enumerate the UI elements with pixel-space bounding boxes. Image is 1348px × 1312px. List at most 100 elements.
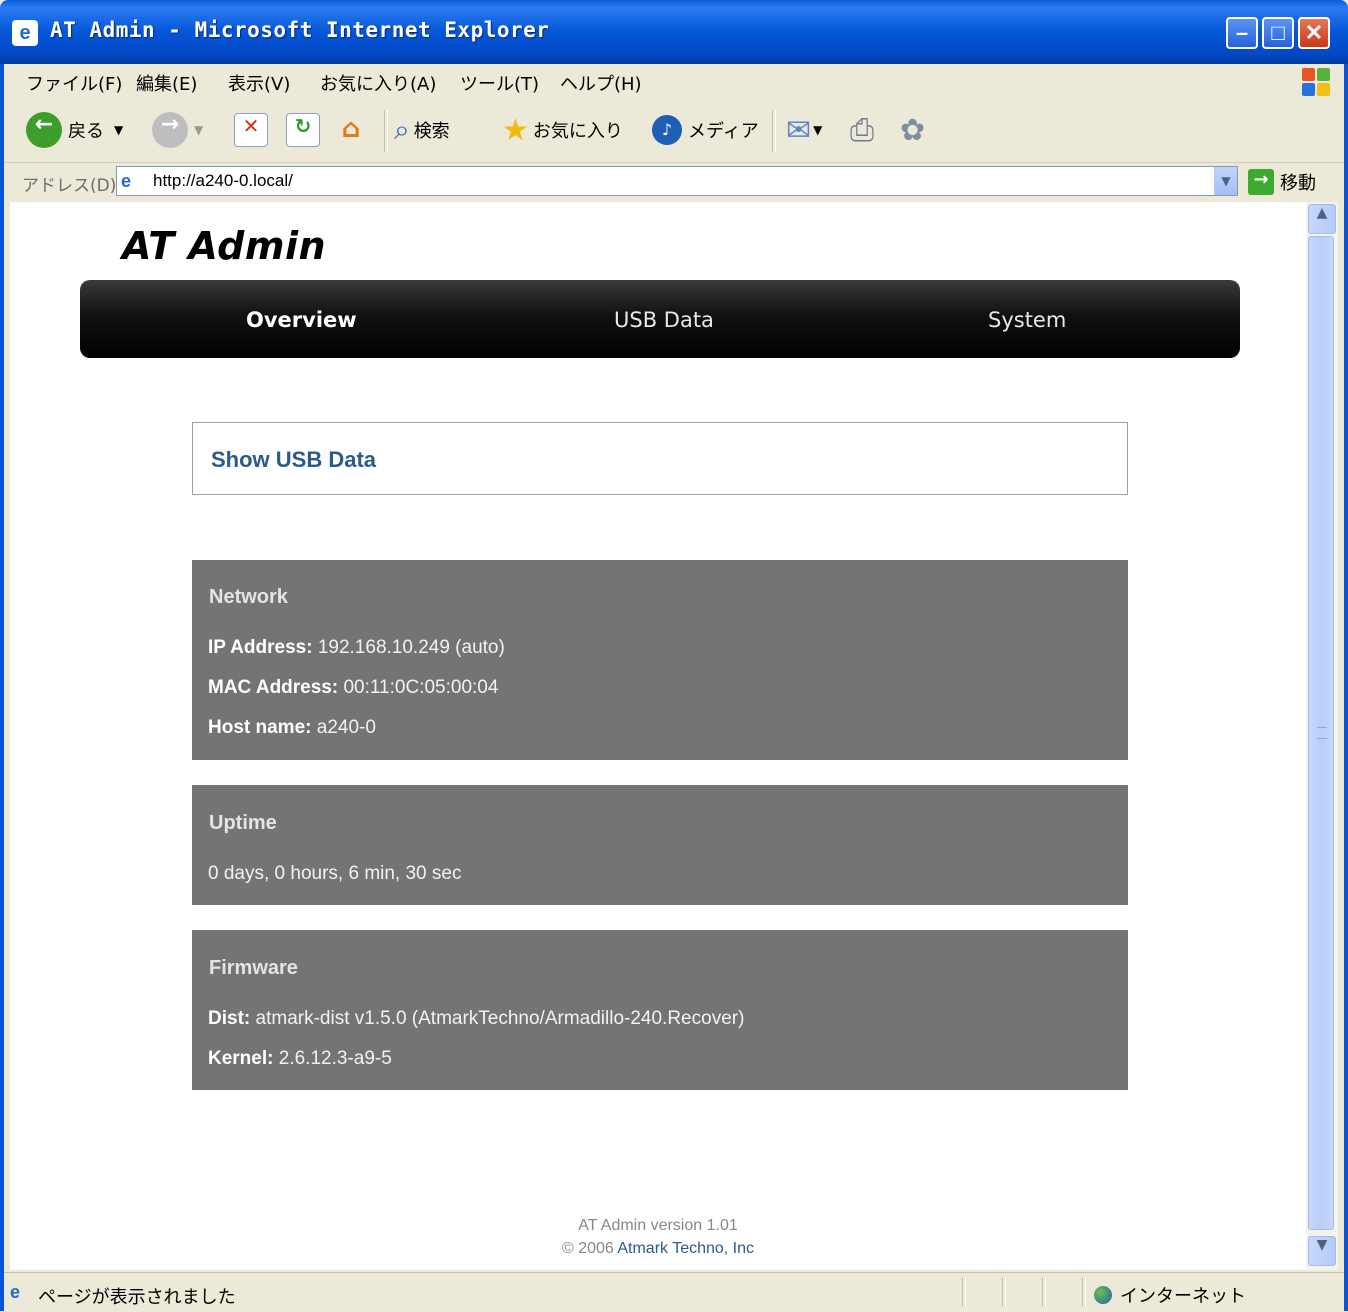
status-divider [1042,1277,1046,1307]
go-button[interactable]: → 移動 [1248,168,1316,196]
ip-label: IP Address: [208,637,313,658]
copyright-text: © 2006 [561,1240,614,1257]
mac-address-row: MAC Address: 00:11:0C:05:00:04 [208,677,498,699]
mail-icon: ✉ [786,112,812,148]
mail-button[interactable]: ✉ ▼ [786,108,822,152]
network-panel: Network IP Address: 192.168.10.249 (auto… [192,560,1128,760]
close-icon: ✕ [1304,20,1324,45]
nav-system[interactable]: System [988,308,1066,332]
close-button[interactable]: ✕ [1298,17,1330,49]
menu-edit[interactable]: 編集(E) [136,70,197,96]
minimize-icon: – [1235,20,1249,45]
kernel-label: Kernel: [208,1048,274,1069]
kernel-value: 2.6.12.3-a9-5 [278,1048,392,1069]
address-label: アドレス(D) [22,176,117,196]
windows-logo-icon [1302,68,1330,96]
company-link[interactable]: Atmark Techno, Inc [617,1240,754,1257]
search-button[interactable]: ⌕ 検索 [394,108,450,152]
forward-button[interactable]: → ▼ [152,108,203,152]
back-label: 戻る [68,121,104,142]
dist-label: Dist: [208,1008,251,1029]
host-name-row: Host name: a240-0 [208,717,376,739]
mail-dropdown-icon[interactable]: ▼ [813,123,822,137]
messenger-button[interactable]: ✿ [900,108,925,152]
minimize-button[interactable]: – [1226,17,1258,49]
window-border-right [1344,64,1348,1311]
toolbar-separator [772,110,776,152]
ip-value: 192.168.10.249 (auto) [317,637,505,658]
search-icon: ⌕ [394,113,410,146]
nav-overview[interactable]: Overview [246,308,357,332]
media-icon: ♪ [652,115,682,145]
ip-address-row: IP Address: 192.168.10.249 (auto) [208,637,505,659]
toolbar: ← 戻る ▼ → ▼ ✕ ↻ ⌂ ⌕ 検索 ★ お気に入り ♪ メディア ✉ ▼… [0,100,1348,163]
stop-icon: ✕ [234,113,268,147]
show-usb-box: Show USB Data [192,422,1128,495]
status-text: ページが表示されました [38,1287,236,1308]
menu-bar: ファイル(F) 編集(E) 表示(V) お気に入り(A) ツール(T) ヘルプ(… [0,64,1348,101]
footer-version: AT Admin version 1.01 [578,1217,738,1234]
print-button[interactable]: ⎙ [850,108,874,152]
globe-icon [1094,1286,1112,1304]
refresh-button[interactable]: ↻ [286,108,320,152]
menu-tools[interactable]: ツール(T) [460,70,539,96]
zone-label: インターネット [1120,1286,1246,1307]
search-label: 検索 [413,121,450,142]
back-button[interactable]: ← 戻る ▼ [26,108,123,152]
maximize-button[interactable]: □ [1262,17,1294,49]
menu-favorites[interactable]: お気に入り(A) [320,70,436,96]
scroll-grip-icon [1317,727,1327,739]
forward-dropdown-icon[interactable]: ▼ [194,123,203,137]
address-url[interactable]: http://a240-0.local/ [153,171,293,191]
address-dropdown-icon[interactable]: ▼ [1214,167,1237,195]
media-button[interactable]: ♪ メディア [652,108,759,152]
network-heading: Network [209,586,288,608]
status-bar: e ページが表示されました インターネット [0,1272,1348,1312]
mac-label: MAC Address: [208,677,339,698]
page-status-icon: e [10,1282,21,1302]
scroll-thumb[interactable] [1308,236,1334,1230]
favorites-button[interactable]: ★ お気に入り [502,108,623,152]
print-icon: ⎙ [850,112,874,148]
scroll-down-icon[interactable]: ▼ [1308,1236,1336,1266]
footer-copyright: © 2006 Atmark Techno, Inc [10,1240,1306,1258]
back-arrow-icon: ← [26,112,62,148]
host-label: Host name: [208,717,312,738]
menu-help[interactable]: ヘルプ(H) [560,70,642,96]
menu-view[interactable]: 表示(V) [228,70,290,96]
security-zone[interactable]: インターネット [1094,1282,1246,1308]
kernel-row: Kernel: 2.6.12.3-a9-5 [208,1048,392,1070]
go-label: 移動 [1280,173,1316,194]
stop-button[interactable]: ✕ [234,108,268,152]
show-usb-data-link[interactable]: Show USB Data [211,447,376,473]
firmware-heading: Firmware [209,957,298,979]
address-field[interactable]: e http://a240-0.local/ ▼ [116,166,1238,196]
uptime-heading: Uptime [209,812,277,834]
status-divider [962,1277,966,1307]
mac-value: 00:11:0C:05:00:04 [343,677,499,698]
title-bar[interactable]: e AT Admin - Microsoft Internet Explorer… [0,0,1348,64]
address-bar: アドレス(D) e http://a240-0.local/ ▼ → 移動 [0,163,1348,201]
page-viewport: AT Admin Overview USB Data System Show U… [10,202,1306,1270]
forward-arrow-icon: → [152,112,188,148]
home-icon: ⌂ [341,114,361,144]
host-value: a240-0 [316,717,376,738]
favorites-star-icon: ★ [502,112,529,148]
home-button[interactable]: ⌂ [334,108,368,152]
vertical-scrollbar[interactable]: ▲ ▼ [1306,202,1338,1270]
status-divider [1082,1277,1086,1307]
status-divider [1002,1277,1006,1307]
dist-value: atmark-dist v1.5.0 (AtmarkTechno/Armadil… [255,1008,745,1029]
page-icon: e [121,171,132,191]
messenger-icon: ✿ [900,112,926,148]
nav-usb-data[interactable]: USB Data [614,308,714,332]
app-title: AT Admin [122,224,327,268]
menu-file[interactable]: ファイル(F) [26,70,122,96]
scroll-up-icon[interactable]: ▲ [1308,204,1336,234]
back-dropdown-icon[interactable]: ▼ [114,123,123,137]
go-arrow-icon: → [1248,169,1274,195]
main-nav: Overview USB Data System [80,280,1240,358]
favorites-label: お気に入り [532,121,623,142]
media-label: メディア [688,121,759,142]
firmware-panel: Firmware Dist: atmark-dist v1.5.0 (Atmar… [192,930,1128,1090]
